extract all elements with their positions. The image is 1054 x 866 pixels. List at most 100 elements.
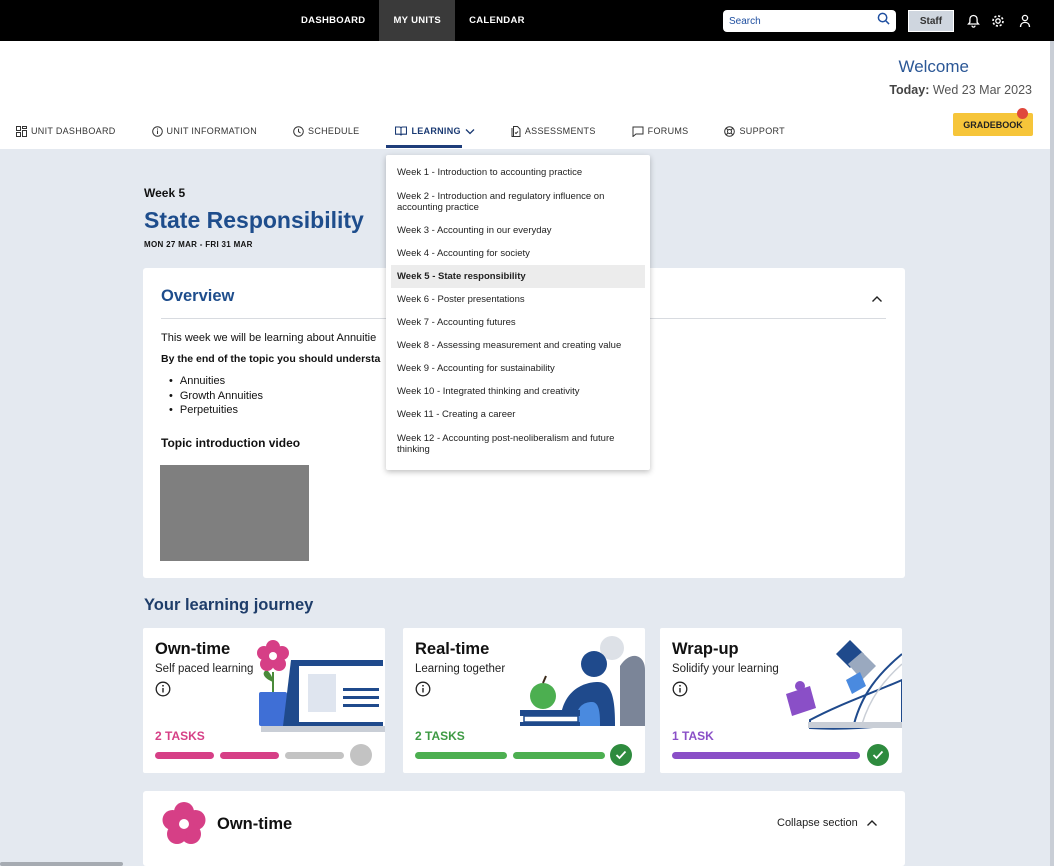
journey-card-wrap-up[interactable]: Wrap-up Solidify your learning 1 TASK [660,628,902,773]
overview-intro: This week we will be learning about Annu… [161,332,377,344]
tab-schedule[interactable]: SCHEDULE [293,125,360,137]
task-count: 1 TASK [672,729,714,743]
menu-item-week-7[interactable]: Week 7 - Accounting futures [386,311,650,334]
incomplete-circle [350,744,372,766]
tab-forums[interactable]: FORUMS [632,126,689,137]
tab-label: UNIT INFORMATION [166,126,258,136]
tab-label: SUPPORT [739,126,785,136]
menu-item-week-5[interactable]: Week 5 - State responsibility [391,265,645,288]
menu-item-week-2[interactable]: Week 2 - Introduction and regulatory inf… [386,184,650,219]
collapse-label: Collapse section [777,817,858,829]
user-icon[interactable] [1016,12,1034,30]
progress-segment [672,752,860,759]
card-title: Real-time [415,640,490,658]
journey-title: Your learning journey [144,596,314,614]
list-item: Annuities [169,374,263,389]
progress-segment [285,752,344,759]
menu-item-week-1[interactable]: Week 1 - Introduction to accounting prac… [386,161,650,184]
nav-dashboard[interactable]: DASHBOARD [287,0,379,41]
search-icon[interactable] [877,12,890,30]
topic-list: Annuities Growth Annuities Perpetuities [169,374,263,418]
task-count: 2 TASKS [155,729,205,743]
vertical-scrollbar[interactable] [1050,41,1054,866]
objectives-heading: By the end of the topic you should under… [161,353,381,365]
list-item: Growth Annuities [169,389,263,404]
chat-icon [632,126,644,137]
chevron-up-icon [866,820,877,826]
gear-icon[interactable] [989,12,1007,30]
people-illustration [520,636,645,726]
menu-item-week-10[interactable]: Week 10 - Integrated thinking and creati… [386,380,650,403]
tab-label: LEARNING [411,126,461,136]
menu-item-week-6[interactable]: Week 6 - Poster presentations [386,288,650,311]
search-box [723,10,896,32]
info-icon[interactable] [155,681,171,702]
unit-nav: UNIT DASHBOARD UNIT INFORMATION SCHEDULE… [16,125,821,137]
menu-item-week-8[interactable]: Week 8 - Assessing measurement and creat… [386,334,650,357]
lifebuoy-icon [724,125,736,137]
list-item: Perpetuities [169,403,263,418]
active-tab-indicator [386,145,462,148]
chevron-down-icon [465,128,475,134]
tab-unit-dashboard[interactable]: UNIT DASHBOARD [16,125,116,137]
tab-label: FORUMS [647,126,689,136]
nav-my-units[interactable]: MY UNITS [379,0,456,41]
search-input[interactable] [729,15,877,27]
week-dates: MON 27 MAR - FRI 31 MAR [144,240,253,249]
book-icon [395,126,408,136]
menu-item-week-3[interactable]: Week 3 - Accounting in our everyday [386,219,650,242]
card-subtitle: Learning together [415,663,506,675]
journey-card-real-time[interactable]: Real-time Learning together 2 TASKS [403,628,645,773]
collapse-section-button[interactable]: Collapse section [777,817,878,829]
tab-label: ASSESSMENTS [524,126,596,136]
tab-label: SCHEDULE [308,126,360,136]
document-icon [511,126,521,137]
tab-label: UNIT DASHBOARD [31,126,116,136]
menu-item-week-11[interactable]: Week 11 - Creating a career [386,403,650,426]
tab-assessments[interactable]: ASSESSMENTS [511,125,596,137]
tab-unit-information[interactable]: UNIT INFORMATION [151,125,258,137]
menu-item-week-12[interactable]: Week 12 - Accounting post-neoliberalism … [386,426,650,461]
task-count: 2 TASKS [415,729,465,743]
top-bar: DASHBOARD MY UNITS CALENDAR Staff [0,0,1054,41]
laptop-illustration [257,640,385,732]
staff-button[interactable]: Staff [908,10,954,32]
card-subtitle: Self paced learning [155,663,254,675]
menu-item-week-4[interactable]: Week 4 - Accounting for society [386,242,650,265]
page-title: State Responsibility [144,207,364,233]
overview-title: Overview [161,287,235,305]
menu-item-week-9[interactable]: Week 9 - Accounting for sustainability [386,357,650,380]
tab-support[interactable]: SUPPORT [724,125,785,137]
info-icon [151,125,163,137]
nav-calendar[interactable]: CALENDAR [455,0,539,41]
card-subtitle: Solidify your learning [672,663,779,675]
notification-dot [1017,108,1028,119]
today-label: Today: [889,83,930,97]
tab-learning[interactable]: LEARNING [395,126,475,136]
progress-segment [155,752,214,759]
journey-card-own-time[interactable]: Own-time Self paced learning 2 TASKS [143,628,385,773]
main-nav: DASHBOARD MY UNITS CALENDAR [287,0,539,41]
progress-segment [415,752,507,759]
section-title: Own-time [217,815,293,833]
progress-segment [220,752,279,759]
book-puzzle-illustration [786,640,902,730]
card-title: Own-time [155,640,231,658]
today-date: Today: Wed 23 Mar 2023 [889,83,1032,97]
clock-icon [293,125,304,137]
info-icon[interactable] [672,681,688,702]
video-player[interactable] [160,465,309,561]
info-icon[interactable] [415,681,431,702]
welcome-text: Welcome [898,57,969,76]
horizontal-scrollbar[interactable] [0,862,123,866]
progress-segment [513,752,605,759]
video-label: Topic introduction video [161,436,301,450]
card-title: Wrap-up [672,640,739,658]
bell-icon[interactable] [964,12,982,30]
check-icon [610,744,632,766]
grid-icon [16,125,27,137]
flower-icon [162,802,206,844]
chevron-up-icon[interactable] [871,290,883,308]
check-icon [867,744,889,766]
unit-header: Welcome Today: Wed 23 Mar 2023 UNIT DASH… [0,41,1054,149]
